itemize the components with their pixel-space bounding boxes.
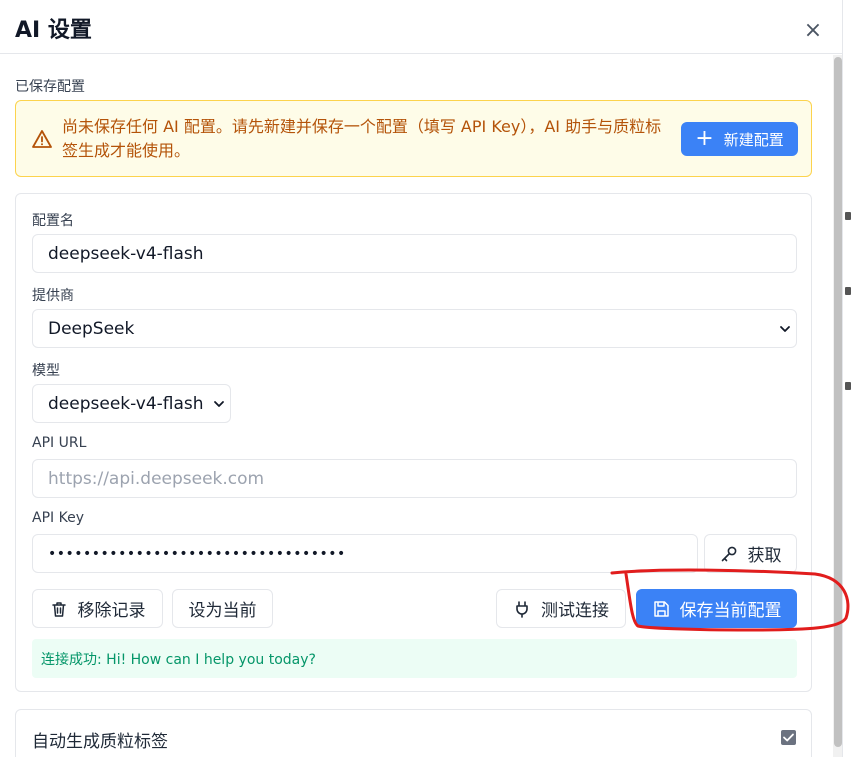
model-select[interactable]: deepseek-v4-flash	[32, 384, 231, 423]
save-icon	[653, 600, 669, 617]
test-connection-label: 测试连接	[541, 601, 609, 621]
chevron-down-icon	[780, 326, 790, 332]
key-icon	[721, 546, 736, 561]
dialog-title: AI 设置	[15, 18, 92, 43]
trash-icon	[51, 601, 66, 617]
api-url-label: API URL	[32, 435, 87, 451]
check-icon	[783, 733, 794, 742]
api-key-label: API Key	[32, 510, 84, 526]
remove-record-button[interactable]: 移除记录	[32, 589, 163, 628]
remove-record-label: 移除记录	[77, 601, 146, 621]
save-config-label: 保存当前配置	[679, 601, 782, 621]
background-mark	[845, 212, 851, 220]
no-config-warning: 尚未保存任何 AI 配置。请先新建并保存一个配置（填写 API Key），AI …	[15, 100, 812, 177]
provider-label: 提供商	[32, 288, 74, 304]
warning-text: 尚未保存任何 AI 配置。请先新建并保存一个配置（填写 API Key），AI …	[62, 117, 662, 160]
provider-value: DeepSeek	[48, 318, 135, 339]
scrollbar-thumb[interactable]	[834, 57, 842, 747]
auto-tag-checkbox[interactable]	[781, 730, 796, 745]
config-form-card: 配置名 deepseek-v4-flash 提供商 DeepSeek 模型 de…	[15, 193, 812, 692]
plus-icon: +	[695, 126, 714, 151]
scrollbar[interactable]	[833, 55, 842, 757]
close-icon[interactable]: ×	[800, 18, 826, 44]
api-url-input[interactable]: https://api.deepseek.com	[32, 459, 797, 498]
warning-icon	[32, 130, 52, 148]
config-name-label: 配置名	[32, 213, 74, 229]
api-key-input[interactable]: ••••••••••••••••••••••••••••••••••	[32, 534, 698, 573]
model-value: deepseek-v4-flash	[48, 393, 204, 414]
auto-tag-label: 自动生成质粒标签	[32, 732, 168, 752]
plug-icon	[516, 600, 528, 618]
chevron-down-icon	[214, 401, 224, 407]
config-name-input[interactable]: deepseek-v4-flash	[32, 234, 797, 273]
new-config-label: 新建配置	[723, 130, 784, 149]
background-mark	[845, 287, 851, 295]
get-key-button[interactable]: 获取	[704, 534, 797, 573]
provider-select[interactable]: DeepSeek	[32, 309, 797, 348]
set-current-button[interactable]: 设为当前	[172, 589, 273, 628]
test-connection-button[interactable]: 测试连接	[496, 589, 626, 628]
dialog-header: AI 设置 ×	[0, 0, 842, 54]
save-config-button[interactable]: 保存当前配置	[636, 589, 797, 628]
new-config-button[interactable]: + 新建配置	[681, 122, 798, 156]
get-key-label: 获取	[747, 546, 782, 566]
model-label: 模型	[32, 363, 60, 379]
auto-tag-card: 自动生成质粒标签	[15, 709, 812, 757]
ai-settings-dialog: AI 设置 × 已保存配置 尚未保存任何 AI 配置。请先新建并保存一个配置（填…	[0, 0, 843, 757]
background-strip	[843, 0, 855, 757]
connection-status: 连接成功: Hi! How can I help you today?	[32, 639, 797, 678]
background-mark	[845, 382, 851, 390]
saved-configs-label: 已保存配置	[15, 79, 85, 95]
